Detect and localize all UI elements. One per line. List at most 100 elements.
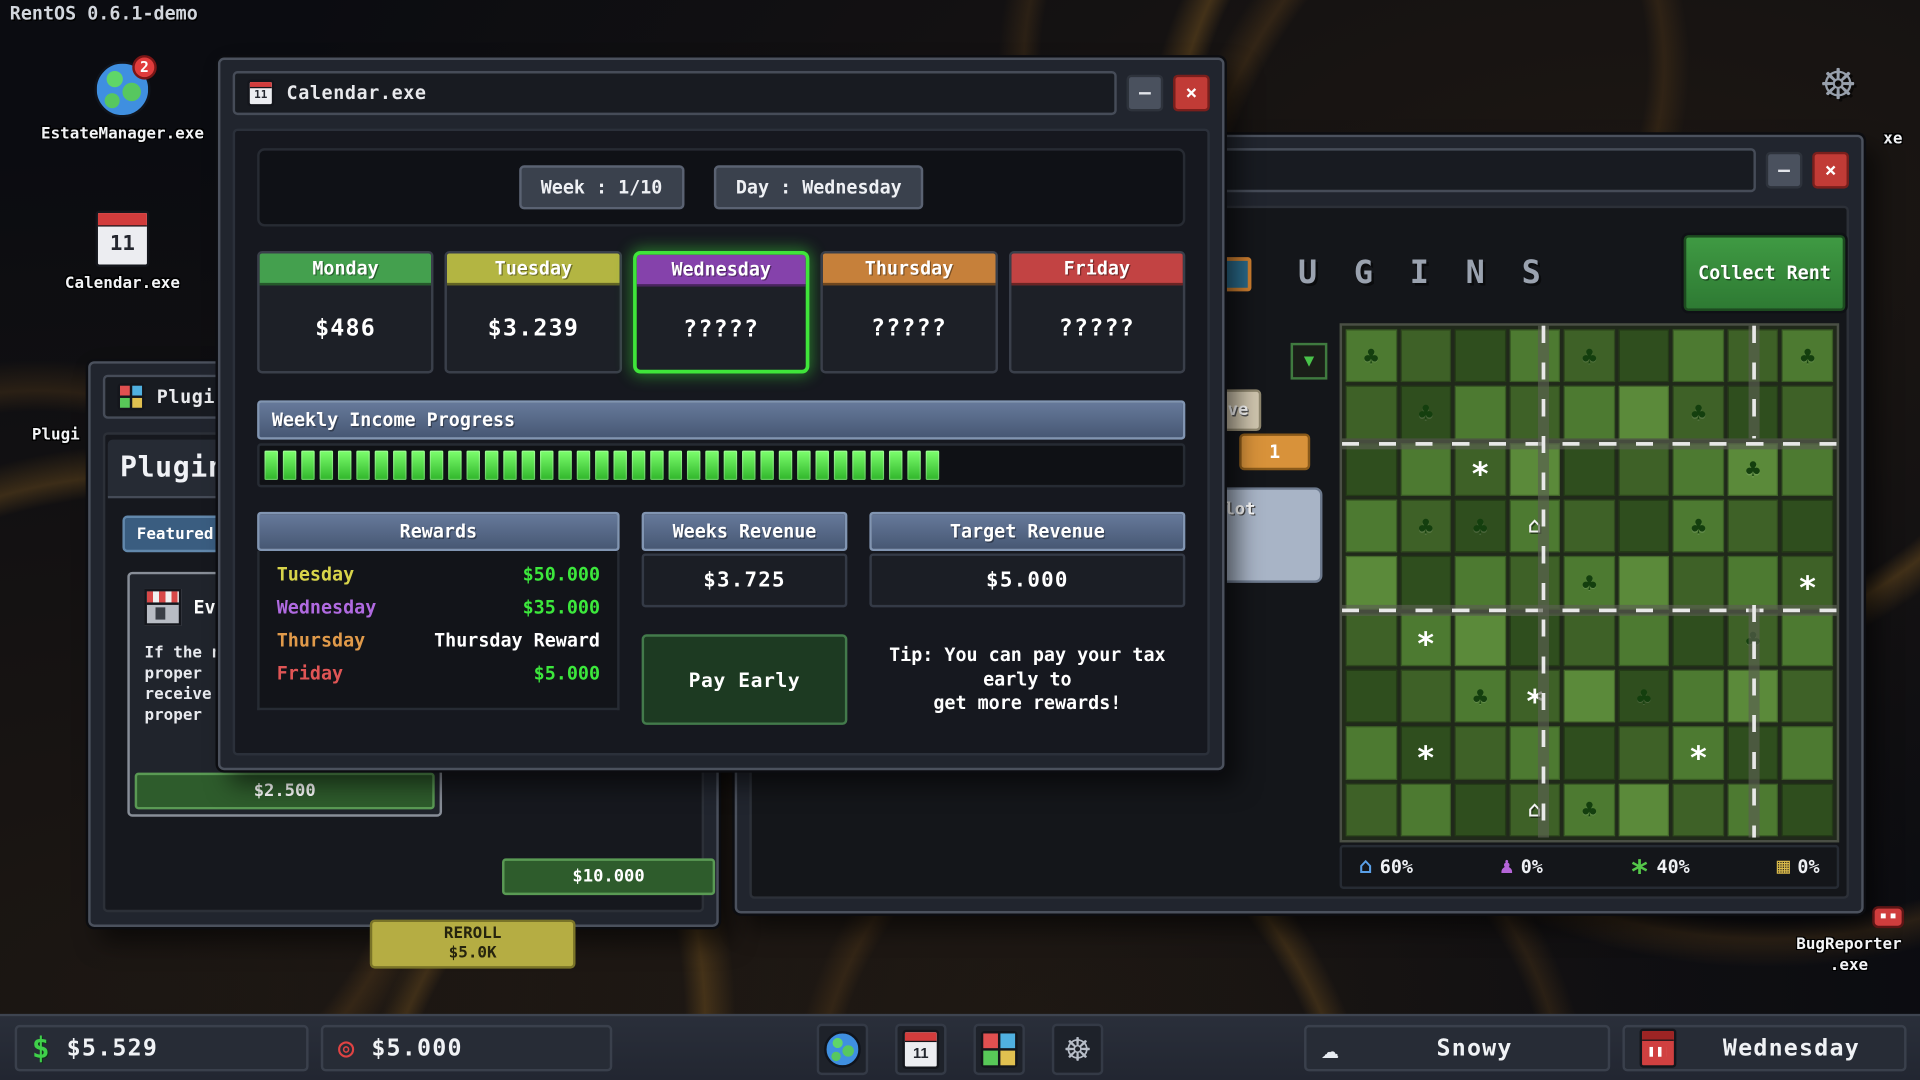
map-tile[interactable]	[1346, 500, 1397, 553]
map-tile[interactable]	[1400, 443, 1451, 496]
map-tile[interactable]	[1455, 386, 1506, 439]
map-tile[interactable]	[1673, 556, 1724, 609]
map-tile[interactable]	[1400, 556, 1451, 609]
map-tile[interactable]	[1564, 613, 1615, 666]
map-tile[interactable]	[1564, 386, 1615, 439]
taskbar-settings-button[interactable]	[1052, 1024, 1103, 1075]
map-tile[interactable]	[1564, 443, 1615, 496]
minimize-button[interactable]: –	[1127, 75, 1164, 112]
map-tile[interactable]: *	[1400, 727, 1451, 780]
map-tile[interactable]	[1346, 727, 1397, 780]
map-tile[interactable]	[1346, 443, 1397, 496]
map-tile[interactable]	[1782, 613, 1833, 666]
desktop-icon-calendar[interactable]: 11 Calendar.exe	[49, 211, 196, 293]
map-tile[interactable]: ♣	[1455, 670, 1506, 723]
map-tile[interactable]: ♣	[1346, 329, 1397, 382]
map-tile[interactable]	[1455, 727, 1506, 780]
desktop-icon-estatemanager[interactable]: 2 EstateManager.exe	[37, 61, 208, 143]
map-tile[interactable]	[1455, 556, 1506, 609]
reroll-button[interactable]: REROLL $5.0K	[370, 920, 576, 969]
map-tile[interactable]	[1509, 443, 1560, 496]
map-tile[interactable]	[1346, 613, 1397, 666]
map-tile[interactable]	[1618, 727, 1669, 780]
map-tile[interactable]: ⌂	[1509, 500, 1560, 553]
map-tile[interactable]: ♣	[1618, 670, 1669, 723]
map-tile[interactable]	[1673, 329, 1724, 382]
map-tile[interactable]	[1673, 613, 1724, 666]
map-tile[interactable]	[1618, 500, 1669, 553]
map-tile[interactable]: ♣	[1400, 500, 1451, 553]
map-tile[interactable]: ♣	[1728, 443, 1779, 496]
map-tile[interactable]	[1400, 670, 1451, 723]
pay-early-button[interactable]: Pay Early	[642, 634, 848, 725]
map-tile[interactable]	[1618, 329, 1669, 382]
map-tile[interactable]	[1564, 670, 1615, 723]
taskbar-estatemanager-button[interactable]	[817, 1024, 868, 1075]
map-tile[interactable]: ⌂	[1509, 783, 1560, 836]
map-tile[interactable]	[1618, 386, 1669, 439]
map-tile[interactable]: ♣	[1673, 500, 1724, 553]
taskbar-calendar-button[interactable]: 11	[895, 1024, 946, 1075]
map-tile[interactable]	[1673, 443, 1724, 496]
map-tile[interactable]: ♣	[1782, 329, 1833, 382]
day-card-tuesday[interactable]: Tuesday$3.239	[445, 251, 622, 373]
settings-gear-icon[interactable]	[1822, 59, 1854, 113]
map-tile[interactable]	[1509, 727, 1560, 780]
desktop-icon-bugreporter[interactable]: BugReporter .exe	[1782, 906, 1917, 975]
map-tile[interactable]	[1346, 556, 1397, 609]
map-tile[interactable]	[1346, 670, 1397, 723]
map-tile[interactable]: *	[1455, 443, 1506, 496]
map-tile[interactable]	[1455, 783, 1506, 836]
map-tile[interactable]	[1728, 500, 1779, 553]
map-tile[interactable]	[1782, 727, 1833, 780]
day-card-thursday[interactable]: Thursday?????	[821, 251, 998, 373]
map-tile[interactable]	[1509, 386, 1560, 439]
map-tile[interactable]	[1509, 329, 1560, 382]
map-tile[interactable]	[1564, 500, 1615, 553]
map-tile[interactable]: *	[1400, 613, 1451, 666]
day-card-friday[interactable]: Friday?????	[1008, 251, 1185, 373]
map-tile[interactable]: ♣	[1564, 329, 1615, 382]
calendar-window-titlebar[interactable]: 11 Calendar.exe – ×	[233, 70, 1210, 117]
map-tile[interactable]	[1782, 443, 1833, 496]
map-tile[interactable]	[1400, 329, 1451, 382]
map-tile[interactable]: ♣	[1673, 386, 1724, 439]
map-tile[interactable]	[1455, 329, 1506, 382]
map-tile[interactable]	[1782, 670, 1833, 723]
map-tile[interactable]	[1782, 783, 1833, 836]
map-tile[interactable]	[1509, 556, 1560, 609]
map-tile[interactable]	[1728, 556, 1779, 609]
taskbar-plugins-button[interactable]	[973, 1024, 1024, 1075]
filter-icon[interactable]	[1291, 343, 1328, 380]
map-tile[interactable]	[1564, 727, 1615, 780]
collect-rent-button[interactable]: Collect Rent	[1684, 235, 1846, 311]
day-card-wednesday[interactable]: Wednesday?????	[633, 251, 810, 373]
map-tile[interactable]	[1673, 670, 1724, 723]
map-tile[interactable]	[1618, 443, 1669, 496]
map-tile[interactable]	[1618, 556, 1669, 609]
map-tile[interactable]	[1346, 783, 1397, 836]
map-tile[interactable]	[1509, 613, 1560, 666]
map-tile[interactable]	[1782, 386, 1833, 439]
map-tile[interactable]	[1673, 783, 1724, 836]
minimize-button[interactable]: –	[1766, 152, 1803, 189]
map-tile[interactable]: ♣	[1564, 783, 1615, 836]
slot-number-button[interactable]: 1	[1239, 433, 1310, 470]
map-tile[interactable]	[1400, 783, 1451, 836]
map-tile[interactable]: ♣	[1400, 386, 1451, 439]
map-tile[interactable]: *	[1673, 727, 1724, 780]
buy-button[interactable]: $10.000	[502, 858, 715, 895]
map-tile[interactable]: *	[1782, 556, 1833, 609]
map-tile[interactable]	[1782, 500, 1833, 553]
map-tile[interactable]	[1618, 783, 1669, 836]
map-tile[interactable]: ♣	[1564, 556, 1615, 609]
map-tile[interactable]	[1455, 613, 1506, 666]
day-card-monday[interactable]: Monday$486	[257, 251, 434, 373]
map-tile[interactable]	[1618, 613, 1669, 666]
map-tile[interactable]: *	[1509, 670, 1560, 723]
close-button[interactable]: ×	[1812, 152, 1849, 189]
close-button[interactable]: ×	[1173, 75, 1210, 112]
buy-button[interactable]: $2.500	[135, 773, 435, 810]
tab-featured[interactable]: Featured	[122, 516, 227, 553]
map-tile[interactable]: ♣	[1455, 500, 1506, 553]
